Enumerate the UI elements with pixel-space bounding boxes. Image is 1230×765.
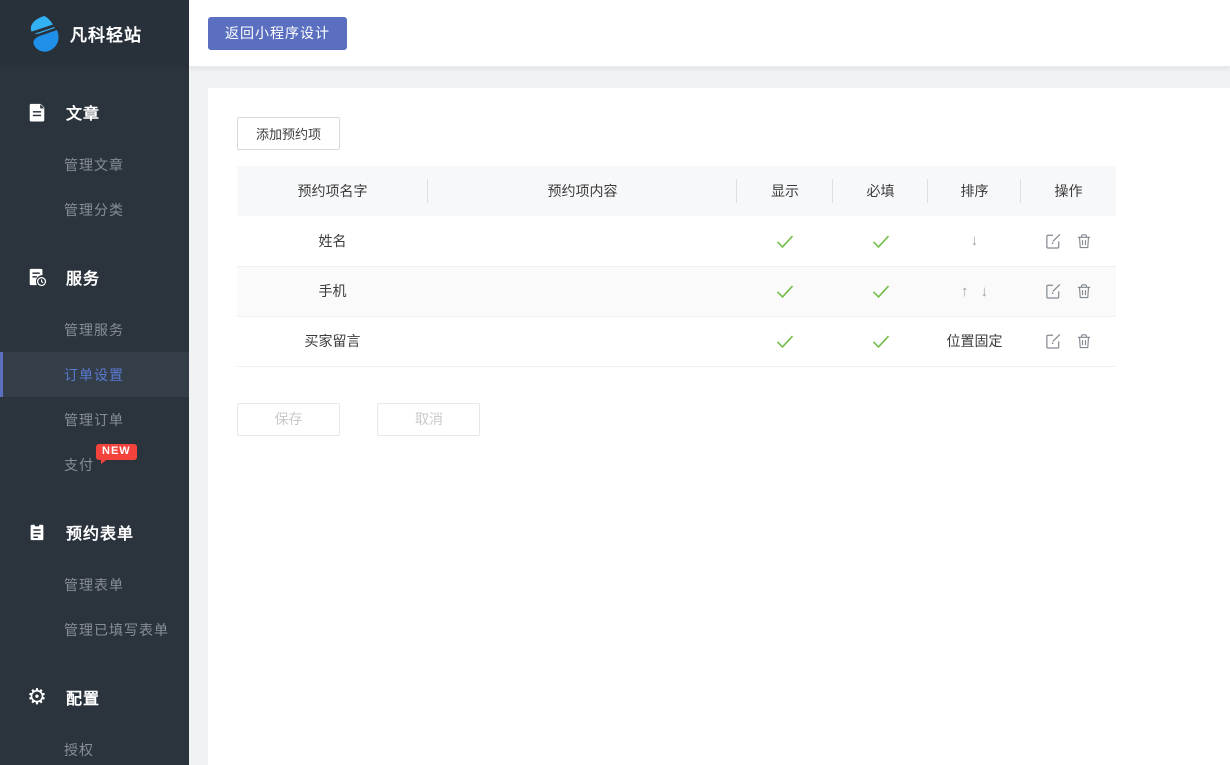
- article-icon: [26, 101, 48, 123]
- row-content-cell: [428, 266, 737, 316]
- save-button[interactable]: 保存: [237, 403, 340, 436]
- visible-check-icon[interactable]: [775, 232, 795, 248]
- table-header-row: 预约项名字 预约项内容 显示 必填 排序 操作: [237, 166, 1116, 216]
- sort-fixed-label: 位置固定: [947, 333, 1003, 349]
- row-name-cell: 买家留言: [237, 316, 428, 366]
- row-name-cell: 手机: [237, 266, 428, 316]
- visible-check-icon[interactable]: [775, 283, 795, 299]
- top-header: 返回小程序设计: [189, 0, 1230, 67]
- edit-icon[interactable]: [1044, 332, 1062, 350]
- delete-icon[interactable]: [1075, 282, 1093, 300]
- visible-check-icon[interactable]: [775, 333, 795, 349]
- app-title: 凡科轻站: [70, 21, 142, 46]
- row-content-cell: [428, 316, 737, 366]
- section-header-booking-forms[interactable]: 预约表单: [0, 512, 189, 552]
- nav-section-config: ⚙ 配置 授权: [0, 677, 189, 765]
- fanke-logo-icon: [27, 15, 61, 53]
- move-down-icon[interactable]: ↓: [976, 283, 992, 300]
- booking-items-table: 预约项名字 预约项内容 显示 必填 排序 操作 姓名 ↓: [237, 166, 1116, 367]
- section-header-services[interactable]: 服务: [0, 257, 189, 297]
- nav-section-services: 服务 管理服务 订单设置 管理订单 支付 NEW: [0, 257, 189, 487]
- section-header-config[interactable]: ⚙ 配置: [0, 677, 189, 717]
- content-card: 添加预约项 预约项名字 预约项内容 显示 必填 排序 操作 姓名: [208, 88, 1230, 765]
- sidebar-item-manage-forms[interactable]: 管理表单: [0, 562, 189, 607]
- cancel-button[interactable]: 取消: [377, 403, 480, 436]
- column-header-visible: 显示: [737, 166, 833, 216]
- nav-section-articles: 文章 管理文章 管理分类: [0, 92, 189, 232]
- sidebar-item-manage-services[interactable]: 管理服务: [0, 307, 189, 352]
- edit-icon[interactable]: [1044, 232, 1062, 250]
- section-header-articles[interactable]: 文章: [0, 92, 189, 132]
- nav-section-booking-forms: 预约表单 管理表单 管理已填写表单: [0, 512, 189, 652]
- required-check-icon[interactable]: [871, 283, 891, 299]
- delete-icon[interactable]: [1075, 232, 1093, 250]
- table-row: 买家留言 位置固定: [237, 316, 1116, 366]
- sidebar-item-authorization[interactable]: 授权: [0, 727, 189, 765]
- app-window: 凡科轻站 文章 管理文章 管理分类 服务: [0, 0, 1230, 765]
- form-icon: [26, 521, 48, 543]
- sidebar-item-payment[interactable]: 支付 NEW: [0, 442, 189, 487]
- section-label: 预约表单: [66, 520, 134, 544]
- table-row: 手机 ↑ ↓: [237, 266, 1116, 316]
- move-up-icon[interactable]: ↑: [957, 283, 973, 300]
- logo-row: 凡科轻站: [0, 0, 189, 67]
- column-header-sort: 排序: [928, 166, 1021, 216]
- back-to-miniprogram-button[interactable]: 返回小程序设计: [208, 17, 347, 50]
- required-check-icon[interactable]: [871, 232, 891, 248]
- section-label: 文章: [66, 100, 100, 124]
- column-header-actions: 操作: [1021, 166, 1116, 216]
- sidebar-item-manage-categories[interactable]: 管理分类: [0, 187, 189, 232]
- column-header-required: 必填: [833, 166, 928, 216]
- sidebar-item-manage-filled-forms[interactable]: 管理已填写表单: [0, 607, 189, 652]
- table-row: 姓名 ↓: [237, 216, 1116, 266]
- sidebar-item-manage-articles[interactable]: 管理文章: [0, 142, 189, 187]
- sidebar: 凡科轻站 文章 管理文章 管理分类 服务: [0, 0, 189, 765]
- new-badge: NEW: [96, 444, 137, 460]
- service-icon: [26, 266, 48, 288]
- gear-icon: ⚙: [26, 686, 48, 708]
- sidebar-item-manage-orders[interactable]: 管理订单: [0, 397, 189, 442]
- add-booking-item-button[interactable]: 添加预约项: [237, 117, 340, 150]
- sidebar-item-label: 支付: [64, 455, 94, 475]
- row-content-cell: [428, 216, 737, 266]
- column-header-content: 预约项内容: [428, 166, 737, 216]
- edit-icon[interactable]: [1044, 282, 1062, 300]
- row-name-cell: 姓名: [237, 216, 428, 266]
- delete-icon[interactable]: [1075, 332, 1093, 350]
- move-down-icon[interactable]: ↓: [967, 232, 983, 249]
- column-header-name: 预约项名字: [237, 166, 428, 216]
- required-check-icon[interactable]: [871, 333, 891, 349]
- form-actions: 保存 取消: [237, 403, 1230, 436]
- sidebar-item-order-settings[interactable]: 订单设置: [0, 352, 189, 397]
- section-label: 配置: [66, 685, 100, 709]
- section-label: 服务: [66, 265, 100, 289]
